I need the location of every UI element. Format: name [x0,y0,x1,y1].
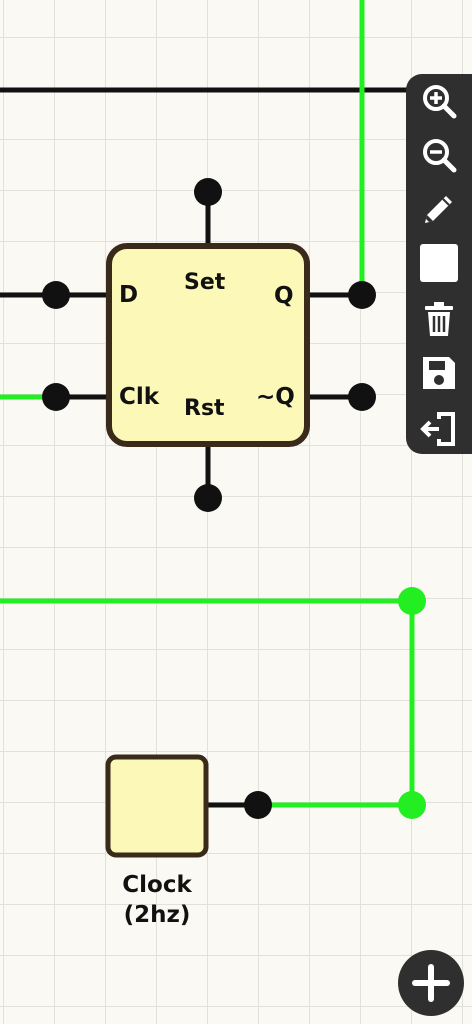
trash-button[interactable] [414,294,464,344]
pin-rst[interactable] [194,484,222,512]
toolbar [406,74,472,454]
pin-q[interactable] [348,281,376,309]
pencil-button[interactable] [414,184,464,234]
exit-button[interactable] [414,404,464,454]
circuit-canvas[interactable] [0,0,472,1024]
zoom-out-button[interactable] [414,130,464,180]
trash-icon [425,302,453,336]
clock-label-name: Clock [122,872,192,898]
select-square-button[interactable] [414,238,464,288]
select-square-icon [420,244,458,282]
pin-set[interactable] [194,178,222,206]
save-button[interactable] [414,348,464,398]
pin-label-set: Set [184,270,226,295]
zoom-out-icon [423,139,457,173]
pin-label-q: Q [274,283,294,309]
zoom-in-button[interactable] [414,76,464,126]
add-component-button[interactable] [398,950,464,1016]
pin-label-clk: Clk [119,384,160,410]
plus-icon [412,964,450,1002]
junction-bottom-right[interactable] [398,791,426,819]
clock-label: Clock (2hz) [100,870,214,930]
pin-qbar[interactable] [348,383,376,411]
pin-label-d: D [119,282,139,308]
exit-icon [420,412,455,446]
clock-component[interactable] [105,754,209,858]
pin-clock-output[interactable] [244,791,272,819]
clock-label-frequency: (2hz) [123,902,191,928]
pin-d[interactable] [42,281,70,309]
pin-label-rst: Rst [184,396,225,421]
save-icon [423,357,455,389]
zoom-in-icon [423,85,457,119]
pin-clk[interactable] [42,383,70,411]
junction-top-right[interactable] [398,587,426,615]
pencil-icon [425,196,452,223]
pin-label-qbar: ~Q [256,384,295,410]
